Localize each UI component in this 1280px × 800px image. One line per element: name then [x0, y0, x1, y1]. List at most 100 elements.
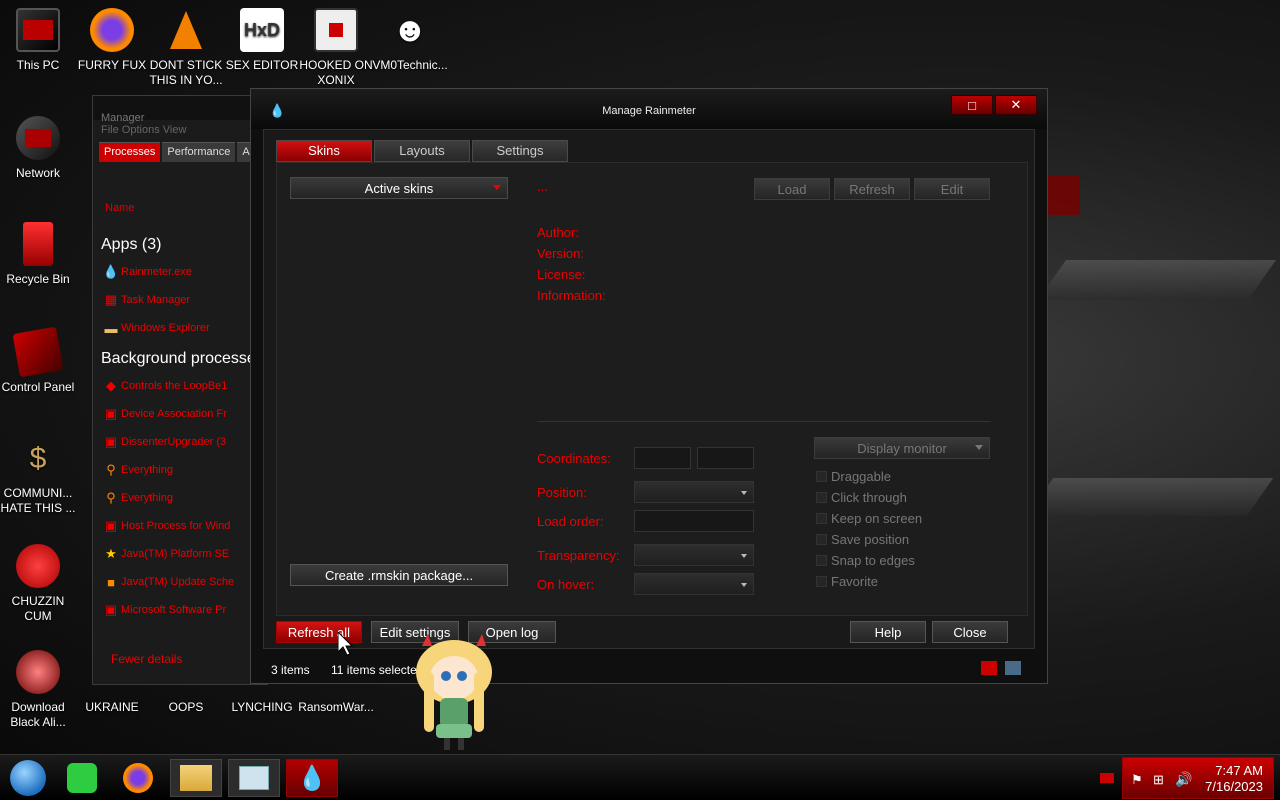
- task-manager-tabs: Processes Performance Ap: [99, 142, 267, 162]
- chevron-down-icon: [975, 445, 983, 450]
- taskbar-item-task-manager[interactable]: [228, 759, 280, 797]
- notes-icon: [67, 763, 97, 793]
- tray-overflow-icon[interactable]: [1100, 773, 1114, 783]
- load-order-field[interactable]: [634, 510, 754, 532]
- desktop-icon-control-panel[interactable]: Control Panel: [0, 326, 76, 395]
- process-row[interactable]: ★ Java(TM) Platform SE: [93, 540, 253, 568]
- desktop-icon-hxd[interactable]: HxD SEX EDITOR: [224, 8, 300, 73]
- desktop-icon-ukraine[interactable]: UKRAINE: [74, 700, 150, 715]
- tab-settings[interactable]: Settings: [472, 140, 568, 162]
- save-position-checkbox[interactable]: Save position: [816, 532, 909, 547]
- desktop-icon-vlc[interactable]: DONT STICK THIS IN YO...: [148, 8, 224, 88]
- skins-tree[interactable]: [289, 203, 509, 555]
- tiles-view-icon[interactable]: [1005, 661, 1021, 675]
- fewer-details-link[interactable]: Fewer details: [111, 652, 182, 666]
- process-row[interactable]: ▣ Microsoft Software Pr: [93, 596, 253, 624]
- on-hover-select[interactable]: [634, 573, 754, 595]
- display-monitor-dropdown[interactable]: Display monitor: [814, 437, 990, 459]
- desktop-icon-furry-fux[interactable]: FURRY FUX: [74, 8, 150, 73]
- tab-skins[interactable]: Skins: [276, 140, 372, 162]
- close-button[interactable]: Close: [932, 621, 1008, 643]
- window-icon: ▣: [104, 602, 118, 617]
- details-view-icon[interactable]: [981, 661, 997, 675]
- network-icon[interactable]: ⊞: [1153, 772, 1164, 788]
- desktop-icon-recycle-bin[interactable]: Recycle Bin: [0, 222, 76, 287]
- process-row[interactable]: ▦ Task Manager: [93, 286, 253, 314]
- refresh-button[interactable]: Refresh: [834, 178, 910, 200]
- keep-on-screen-checkbox[interactable]: Keep on screen: [816, 511, 922, 526]
- desktop-icon-oops[interactable]: OOPS: [148, 700, 224, 715]
- apps-group-header[interactable]: Apps (3): [101, 236, 253, 254]
- transparency-select[interactable]: [634, 544, 754, 566]
- column-header-name[interactable]: Name: [105, 202, 134, 214]
- position-select[interactable]: [634, 481, 754, 503]
- on-hover-label: On hover:: [537, 577, 595, 592]
- flag-icon[interactable]: ⚑: [1131, 772, 1143, 788]
- desktop-icon-label: Network: [15, 166, 60, 180]
- firefox-icon: [123, 763, 153, 793]
- skin-name: ...: [537, 179, 548, 194]
- taskbar-item-rainmeter[interactable]: 💧: [286, 759, 338, 797]
- desktop-icon-vm0technic[interactable]: ☻ VM0Technic...: [372, 8, 448, 73]
- load-button[interactable]: Load: [754, 178, 830, 200]
- process-row[interactable]: ▣ Device Association Fr: [93, 400, 253, 428]
- control-panel-icon: [12, 326, 64, 378]
- version-label: Version:: [537, 246, 584, 261]
- background-shape: [1037, 260, 1277, 300]
- background-group-header[interactable]: Background processes: [101, 350, 264, 368]
- coordinate-y-field[interactable]: [697, 447, 754, 469]
- author-label: Author:: [537, 225, 579, 240]
- taskbar-item-firefox[interactable]: [112, 759, 164, 797]
- position-label: Position:: [537, 485, 587, 500]
- process-row[interactable]: ⚲ Everything: [93, 484, 253, 512]
- main-tabs: Skins Layouts Settings: [276, 140, 570, 162]
- process-row[interactable]: ■ Java(TM) Update Sche: [93, 568, 253, 596]
- process-row[interactable]: ▣ DissenterUpgrader (3: [93, 428, 253, 456]
- snap-to-edges-checkbox[interactable]: Snap to edges: [816, 553, 915, 568]
- maximize-button[interactable]: □: [951, 95, 993, 115]
- desktop-icon-this-pc[interactable]: This PC: [0, 8, 76, 73]
- information-label: Information:: [537, 288, 606, 303]
- window-controls: □ ✕: [949, 95, 1037, 115]
- start-button[interactable]: [2, 759, 54, 797]
- task-manager-menu[interactable]: File Options View: [93, 120, 267, 142]
- window-title: Manage Rainmeter: [602, 105, 696, 117]
- process-row[interactable]: 💧 Rainmeter.exe: [93, 258, 253, 286]
- draggable-checkbox[interactable]: Draggable: [816, 469, 891, 484]
- desktop-icon-black-alien[interactable]: Download Black Ali...: [0, 650, 76, 730]
- volume-icon[interactable]: 🔊: [1175, 771, 1192, 788]
- favorite-checkbox[interactable]: Favorite: [816, 574, 878, 589]
- desktop-icon-network[interactable]: Network: [0, 116, 76, 181]
- tab-layouts[interactable]: Layouts: [374, 140, 470, 162]
- coordinate-x-field[interactable]: [634, 447, 691, 469]
- title-bar[interactable]: 💧 Manage Rainmeter □ ✕: [251, 89, 1047, 129]
- desktop-icon-label: DONT STICK THIS IN YO...: [149, 58, 223, 87]
- active-skins-dropdown[interactable]: Active skins: [290, 177, 508, 199]
- taskbar-item-notes[interactable]: [56, 759, 108, 797]
- chevron-down-icon: [493, 185, 501, 190]
- edit-button[interactable]: Edit: [914, 178, 990, 200]
- process-row[interactable]: ▬ Windows Explorer: [93, 314, 253, 342]
- desktop-icon-label: This PC: [16, 58, 60, 72]
- process-row[interactable]: ◆ Controls the LoopBe1: [93, 372, 253, 400]
- tab-performance[interactable]: Performance: [162, 142, 236, 162]
- help-button[interactable]: Help: [850, 621, 926, 643]
- click-through-checkbox[interactable]: Click through: [816, 490, 907, 505]
- tab-processes[interactable]: Processes: [99, 142, 161, 162]
- close-window-button[interactable]: ✕: [995, 95, 1037, 115]
- create-rmskin-package-button[interactable]: Create .rmskin package...: [290, 564, 508, 586]
- process-row[interactable]: ⚲ Everything: [93, 456, 253, 484]
- desktop-icon-ransomware[interactable]: RansomWar...: [298, 700, 374, 715]
- rainmeter-drop-icon: 💧: [102, 264, 120, 279]
- desktop-icon-label: FURRY FUX: [77, 58, 147, 72]
- clock[interactable]: 7:47 AM 7/16/2023: [1205, 763, 1263, 795]
- desktop-icon-communi[interactable]: $ COMMUNI... HATE THIS ...: [0, 436, 76, 516]
- process-row[interactable]: ▣ Host Process for Wind: [93, 512, 253, 540]
- desktop-icon-xonix[interactable]: HOOKED ON XONIX: [298, 8, 374, 88]
- divider: [537, 421, 991, 422]
- desktop-icon-lynching[interactable]: LYNCHING: [224, 700, 300, 715]
- taskbar-item-explorer[interactable]: [170, 759, 222, 797]
- desktop-icon-label: RansomWar...: [298, 700, 374, 714]
- desktop-icon-chuzzin[interactable]: CHUZZIN CUM: [0, 544, 76, 624]
- task-manager-icon: [239, 766, 269, 790]
